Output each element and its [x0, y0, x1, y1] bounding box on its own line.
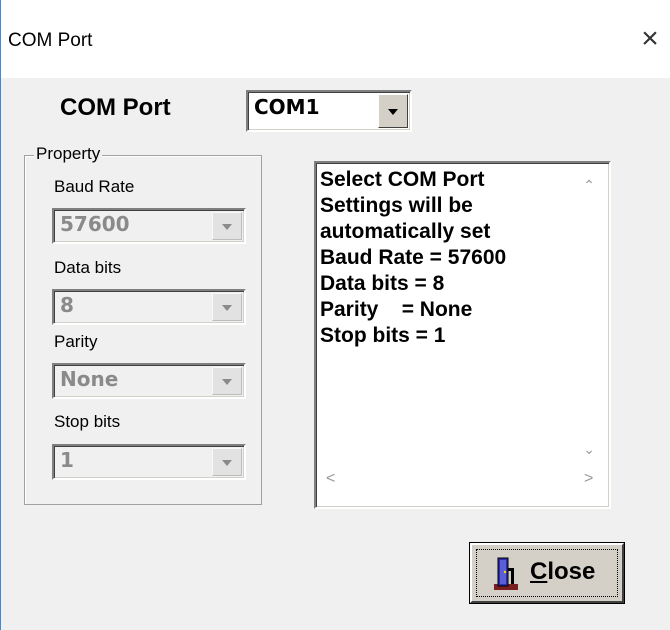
close-button[interactable]: Close	[469, 542, 625, 604]
baud-rate-dropdown-icon[interactable]	[212, 212, 242, 240]
close-button-mnemonic: C	[530, 558, 548, 585]
close-button-label-rest: lose	[547, 558, 596, 585]
parity-value: None	[60, 367, 119, 391]
data-bits-label: Data bits	[54, 258, 122, 277]
parity-select[interactable]: None	[52, 363, 246, 399]
data-bits-dropdown-icon[interactable]	[212, 293, 242, 321]
title-bar	[0, 0, 670, 78]
window-border	[0, 0, 1, 630]
data-bits-select[interactable]: 8	[52, 289, 246, 325]
scroll-right-icon[interactable]: >	[584, 470, 593, 488]
info-textarea[interactable]: Select COM Port Settings will be automat…	[314, 161, 611, 509]
baud-rate-select[interactable]: 57600	[52, 208, 246, 244]
baud-rate-value: 57600	[60, 212, 130, 236]
scroll-down-icon[interactable]: ⌄	[583, 441, 595, 458]
data-bits-value: 8	[60, 293, 74, 317]
info-text: Select COM Port Settings will be automat…	[320, 168, 507, 347]
com-port-label: COM Port	[60, 94, 171, 121]
scroll-left-icon[interactable]: <	[326, 470, 335, 488]
parity-dropdown-icon[interactable]	[212, 367, 242, 395]
com-port-dropdown-icon[interactable]	[378, 94, 408, 128]
door-exit-icon	[494, 557, 518, 590]
window-title: COM Port	[8, 30, 93, 51]
stop-bits-label: Stop bits	[54, 412, 121, 431]
scroll-up-icon[interactable]: ⌃	[583, 177, 595, 194]
com-port-value: COM1	[254, 95, 320, 119]
window-close-icon[interactable]: ×	[636, 21, 664, 57]
stop-bits-dropdown-icon[interactable]	[212, 448, 242, 476]
baud-rate-label: Baud Rate	[54, 177, 135, 196]
close-button-label: Close	[530, 558, 595, 586]
com-port-select[interactable]: COM1	[246, 90, 412, 132]
property-group-legend: Property	[34, 144, 103, 164]
stop-bits-select[interactable]: 1	[52, 444, 246, 480]
parity-label: Parity	[54, 332, 98, 351]
stop-bits-value: 1	[60, 448, 74, 472]
